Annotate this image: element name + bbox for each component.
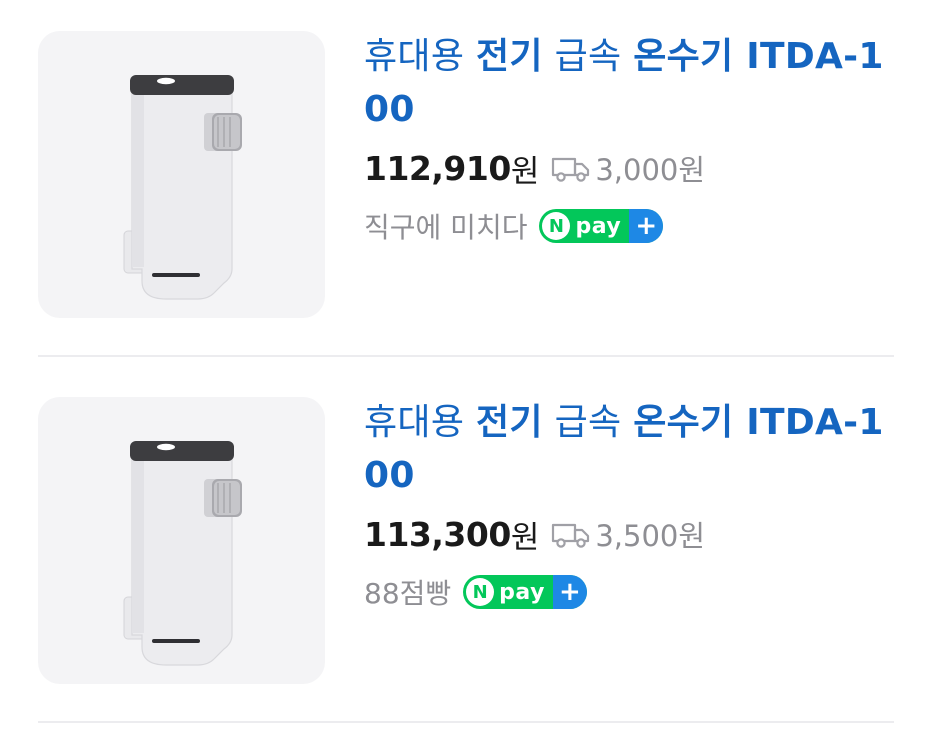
title-highlight: 전기 [476,36,543,77]
truck-icon [552,157,590,182]
divider [38,355,894,357]
currency-label: 원 [510,519,540,556]
divider [38,721,894,723]
pay-label: pay [575,213,622,239]
product-image[interactable] [38,397,325,684]
product-title[interactable]: 휴대용 전기 급속 온수기 ITDA-100 [364,396,894,502]
product-item[interactable]: 휴대용 전기 급속 온수기 ITDA-100 112,910 원 3,000원 … [0,0,933,366]
seller-name[interactable]: 88점빵 [364,572,451,612]
price-row: 113,300 원 3,500원 [364,514,894,556]
title-part: 휴대용 [364,402,477,443]
product-list: 휴대용 전기 급속 온수기 ITDA-100 112,910 원 3,000원 … [0,0,933,750]
title-part: 급속 [542,402,634,443]
product-title[interactable]: 휴대용 전기 급속 온수기 ITDA-100 [364,30,894,136]
title-part: 급속 [542,36,634,77]
product-info: 휴대용 전기 급속 온수기 ITDA-100 112,910 원 3,000원 … [364,30,894,246]
price-row: 112,910 원 3,000원 [364,148,894,190]
pay-label: pay [499,579,545,605]
currency-label: 원 [510,153,540,190]
naver-n-icon: N [542,212,571,240]
shipping-fee: 3,000원 [595,153,706,187]
seller-name[interactable]: 직구에 미치다 [364,206,527,246]
shipping-fee: 3,500원 [595,519,706,553]
product-image[interactable] [38,31,325,318]
npay-plus-badge: N pay + [539,209,664,243]
product-price: 112,910 [364,148,511,188]
seller-row: 직구에 미치다 N pay + [364,206,894,246]
water-heater-icon [123,441,242,666]
product-item[interactable]: 휴대용 전기 급속 온수기 ITDA-100 113,300 원 3,500원 … [0,366,933,732]
title-highlight: 온수기 [633,402,734,443]
title-highlight: 전기 [476,402,543,443]
water-heater-icon [123,75,242,300]
title-highlight: 온수기 [633,36,734,77]
seller-row: 88점빵 N pay + [364,572,894,612]
product-info: 휴대용 전기 급속 온수기 ITDA-100 113,300 원 3,500원 … [364,396,894,612]
product-price: 113,300 [364,514,511,554]
plus-icon: + [552,575,587,609]
title-part: 휴대용 [364,36,477,77]
npay-plus-badge: N pay + [463,575,587,609]
plus-icon: + [629,209,664,243]
truck-icon [552,523,590,548]
naver-n-icon: N [466,578,495,606]
